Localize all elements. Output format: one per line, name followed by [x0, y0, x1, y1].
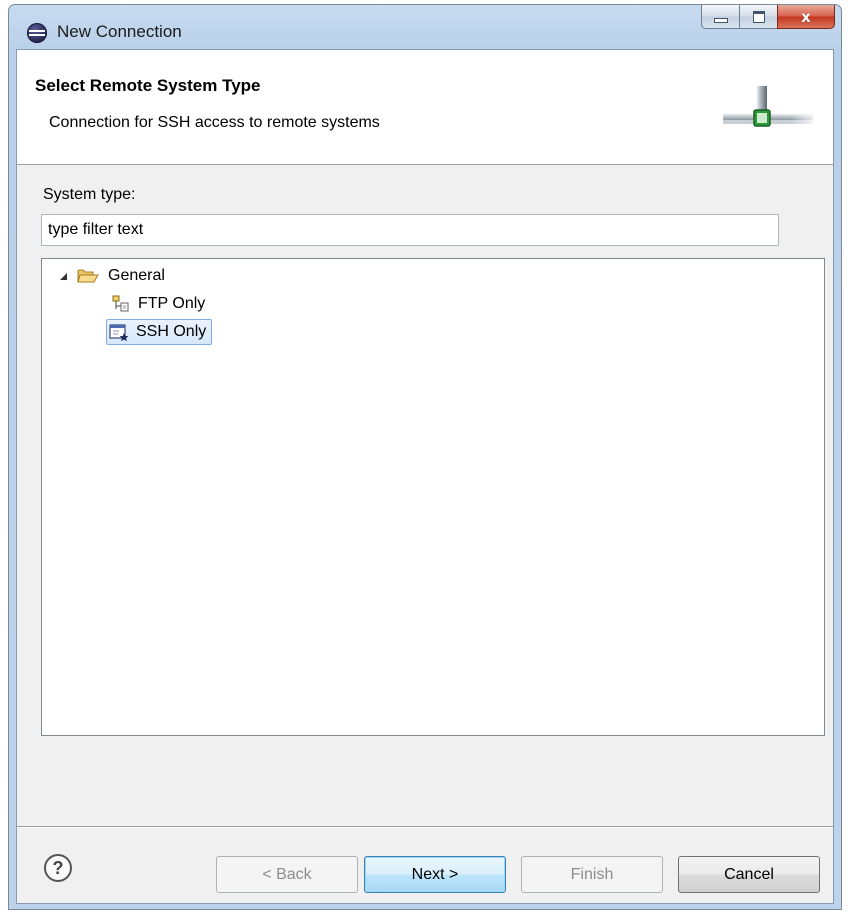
connection-wizard-icon [723, 86, 817, 136]
folder-open-icon [77, 269, 99, 283]
finish-button[interactable]: Finish [521, 856, 663, 893]
new-connection-window: New Connection x Select Remote System Ty… [8, 4, 842, 910]
title-bar[interactable]: New Connection x [9, 5, 841, 49]
dialog-client-area: Select Remote System Type Connection for… [16, 49, 834, 904]
window-title: New Connection [57, 22, 182, 41]
tree-node-ftp-only[interactable]: FTP Only [108, 291, 211, 317]
maximize-icon [752, 10, 765, 23]
system-type-tree[interactable]: General FTP Only SSH Only [41, 258, 825, 736]
collapse-arrow-icon[interactable] [60, 272, 67, 280]
window-controls: x [701, 5, 835, 31]
eclipse-icon [27, 23, 47, 43]
tree-label-ssh-only: SSH Only [136, 323, 207, 340]
wizard-banner: Select Remote System Type Connection for… [17, 50, 833, 165]
tree-node-general[interactable]: General [60, 263, 168, 289]
minimize-icon [713, 18, 728, 23]
filter-input[interactable] [41, 214, 779, 246]
help-button[interactable]: ? [44, 854, 72, 882]
tree-node-ssh-only[interactable]: SSH Only [106, 319, 213, 345]
ssh-connection-icon [109, 324, 129, 342]
help-icon: ? [52, 857, 64, 878]
back-button[interactable]: < Back [216, 856, 358, 893]
cancel-button[interactable]: Cancel [678, 856, 820, 893]
ftp-connection-icon [112, 295, 129, 312]
tree-item-ftp-only[interactable]: FTP Only [108, 291, 211, 317]
close-button[interactable]: x [777, 5, 835, 29]
close-icon: x [801, 7, 811, 26]
page-description: Connection for SSH access to remote syst… [49, 114, 380, 131]
button-bar-separator [17, 826, 833, 828]
system-type-label: System type: [43, 186, 136, 203]
tree-label-general: General [108, 267, 165, 284]
maximize-button[interactable] [739, 5, 777, 29]
minimize-button[interactable] [701, 5, 739, 29]
page-title: Select Remote System Type [35, 76, 261, 95]
next-button[interactable]: Next > [364, 856, 506, 893]
tree-label-ftp-only: FTP Only [138, 295, 206, 312]
tree-item-ssh-only[interactable]: SSH Only [106, 319, 213, 345]
